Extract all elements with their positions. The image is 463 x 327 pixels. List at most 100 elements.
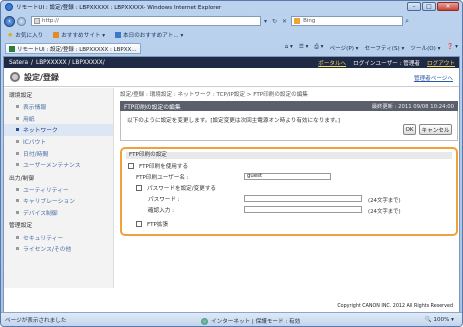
star-icon: ★ (7, 31, 14, 39)
last-updated: 最終更新 : 2011 09/08 10:24:00 (371, 104, 454, 110)
sidebar: 環境設定 表示情報 用紙 ネットワーク ICバウト 日付/時間 ユーザーメンテナ… (4, 88, 114, 288)
panel-title-text: FTP印刷の設定の編集 (124, 104, 181, 111)
username-field[interactable]: guest (244, 173, 331, 180)
sidebar-item-paper[interactable]: 用紙 (4, 113, 113, 125)
bullet-icon (16, 116, 19, 120)
use-ftp-label: FTP印刷を使用する (139, 164, 189, 170)
dropdown-icon[interactable]: ▾ (264, 18, 267, 25)
favorites-item-label: おすすめサイト ▾ (61, 33, 106, 39)
safety-menu[interactable]: セーフティ(S) ▾ (364, 44, 404, 52)
close-button[interactable]: ✕ (437, 2, 459, 11)
refresh-icon[interactable]: ↻ (272, 18, 277, 25)
ftp-extension-checkbox[interactable] (136, 221, 142, 227)
use-ftp-row: FTP印刷を使用する (128, 162, 188, 170)
info-message: 以下のように設定を変更します。[設定変更は次回主電源オン時より有効になります。] (127, 118, 340, 124)
use-ftp-checkbox[interactable] (128, 163, 134, 169)
address-url: http:// (42, 18, 59, 24)
maximize-button[interactable]: □ (422, 2, 436, 11)
sidebar-item-interface[interactable]: ICバウト (4, 136, 113, 148)
sidebar-item-user-maintenance[interactable]: ユーザーメンテナンス (4, 159, 113, 171)
login-user: ログインユーザー : 管理者 (353, 61, 421, 67)
tab-icon (9, 45, 15, 52)
back-button[interactable]: ‹ (4, 15, 15, 27)
tools-menu[interactable]: ツール(O) ▾ (410, 44, 440, 52)
password-row: パスワード : (148, 195, 180, 203)
status-text: ページが表示されました (5, 317, 67, 324)
password-label: パスワード : (148, 197, 180, 203)
settings-icon (10, 72, 20, 82)
ok-button[interactable]: OK (403, 124, 416, 135)
forward-button[interactable]: › (17, 16, 26, 26)
tab-row: リモートUI : 設定/登録 : LBPXXXXX : LBPXX... ⌂ ▾… (1, 42, 462, 55)
command-bar: ⌂ ▾ ☰ ▾ ⎙ ▾ ページ(P) ▾ セーフティ(S) ▾ ツール(O) ▾… (285, 44, 458, 52)
username-row: FTP印刷ユーザー名 : (136, 173, 189, 181)
sidebar-item-network[interactable]: ネットワーク (4, 124, 113, 136)
sidebar-section-output: 出力/制御 (9, 175, 35, 182)
sidebar-item-security[interactable]: セキュリティー (4, 231, 113, 243)
set-password-label: パスワードを設定/変更する (147, 186, 217, 192)
search-input[interactable]: Bing (291, 16, 404, 26)
panel-body: 以下のように設定を変更します。[設定変更は次回主電源オン時より有効になります。]… (120, 111, 458, 141)
bullet-icon (16, 247, 19, 251)
favorites-button[interactable]: ★ お気に入り (7, 31, 43, 39)
password-field[interactable] (244, 195, 362, 202)
password-hint: (24文字まで) (368, 198, 401, 204)
sidebar-section-env: 環境設定 (9, 93, 33, 99)
confirm-row: 確認入力 : (148, 206, 174, 214)
confirm-hint: (24文字まで) (368, 209, 401, 215)
sidebar-item-utility[interactable]: ユーティリティー (4, 184, 113, 196)
brand-name: Satera (9, 59, 29, 66)
window-title: リモートUI : 設定/登録 : LBPXXXXX : LBPXXXXX- Wi… (16, 5, 222, 11)
tab-label: リモートUI : 設定/登録 : LBPXXXXX : LBPXX... (17, 46, 137, 53)
username-label: FTP印刷ユーザー名 : (136, 175, 189, 181)
favorites-item-label: 本日のおすすめアト... ▾ (123, 33, 184, 39)
favorites-label: お気に入り (15, 33, 44, 39)
ftp-extension-label: FTP拡張 (147, 222, 169, 228)
feeds-icon[interactable]: ☰ ▾ (299, 44, 309, 52)
main-content: 設定/登録 : 環境設定 : ネットワーク : TCP/IP設定 > FTP印刷… (120, 88, 458, 298)
bullet-icon (16, 140, 19, 144)
help-menu[interactable]: ❓ ▾ (446, 44, 458, 52)
page-title: 設定/登録 (24, 72, 59, 82)
bullet-icon (16, 163, 19, 167)
set-password-checkbox[interactable] (136, 185, 142, 191)
browser-window: リモートUI : 設定/登録 : LBPXXXXX : LBPXXXXX- Wi… (0, 0, 463, 327)
web-slice-icon (115, 32, 122, 38)
confirm-password-field[interactable] (244, 206, 362, 213)
security-zone[interactable]: インターネット | 保護モード : 有効 (201, 317, 300, 325)
home-icon[interactable]: ⌂ ▾ (285, 44, 293, 52)
page-icon (34, 18, 40, 24)
title-bar: リモートUI : 設定/登録 : LBPXXXXX : LBPXXXXX- Wi… (1, 1, 462, 13)
confirm-label: 確認入力 : (148, 208, 175, 214)
page-menu[interactable]: ページ(P) ▾ (329, 44, 358, 52)
web-page: Satera / LBPXXXXX / LBPXXXXX/ ポータルへ ログイン… (3, 56, 460, 313)
address-bar[interactable]: http:// (31, 16, 261, 26)
favorites-item-today[interactable]: 本日のおすすめアト... ▾ (115, 31, 183, 39)
sidebar-item-device-control[interactable]: デバイス制御 (4, 207, 113, 219)
copyright: Copyright CANON INC. 2012 All Rights Res… (337, 304, 453, 309)
stop-icon[interactable]: ✕ (282, 18, 287, 25)
zone-label: インターネット | 保護モード : 有効 (211, 319, 301, 325)
sidebar-item-calibration[interactable]: キャリブレーション (4, 195, 113, 207)
sidebar-item-license[interactable]: ライセンス/その他 (4, 243, 113, 255)
minimize-button[interactable]: – (407, 2, 421, 11)
sidebar-item-display[interactable]: 表示情報 (4, 101, 113, 113)
sidebar-item-datetime[interactable]: 日付/時間 (4, 147, 113, 159)
zoom-level[interactable]: 🔍 100% ▾ (425, 317, 454, 323)
bullet-icon (16, 235, 19, 239)
print-icon[interactable]: ⎙ ▾ (314, 44, 323, 52)
cancel-button[interactable]: キャンセル (419, 124, 452, 135)
bullet-icon (16, 187, 19, 191)
favorites-item-recommended[interactable]: おすすめサイト ▾ (53, 31, 105, 39)
logout-link[interactable]: ログアウト (427, 59, 455, 67)
admin-page-link[interactable]: 管理者ページへ (414, 74, 453, 82)
bullet-icon (16, 105, 19, 109)
browser-tab[interactable]: リモートUI : 設定/登録 : LBPXXXXX : LBPXX... (5, 43, 141, 54)
bullet-icon (16, 128, 19, 132)
search-icon[interactable]: ⌕ (405, 17, 409, 26)
portal-link[interactable]: ポータルへ (318, 59, 346, 67)
page-subheader: 設定/登録 管理者ページへ (4, 68, 459, 87)
bullet-icon (16, 151, 19, 155)
globe-icon (201, 317, 208, 325)
search-placeholder: Bing (303, 18, 316, 24)
